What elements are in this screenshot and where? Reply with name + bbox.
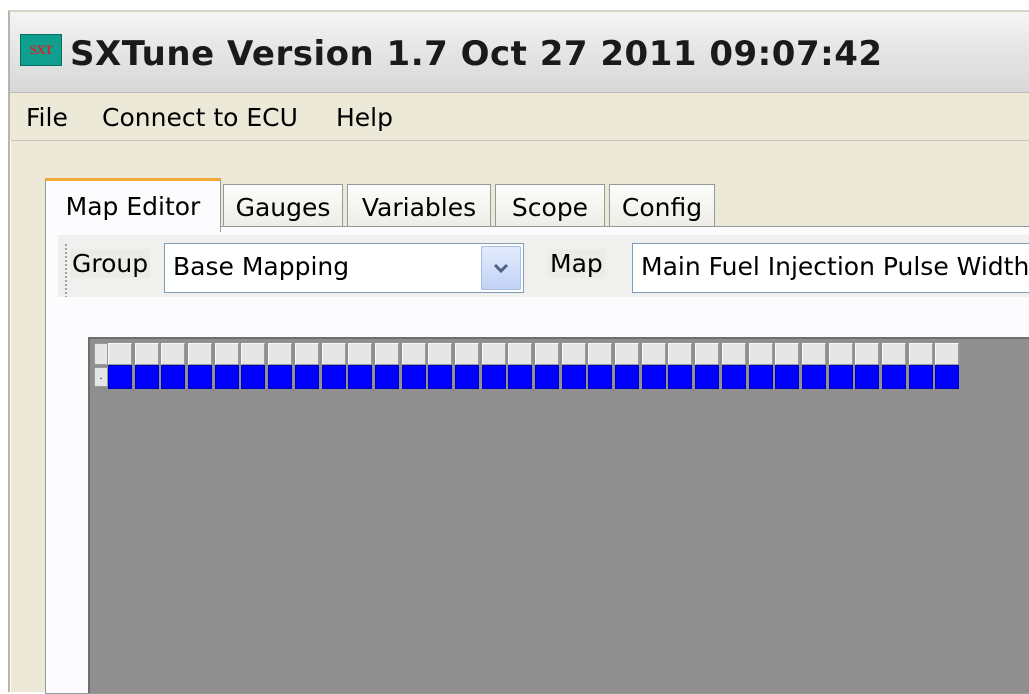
toolbar-grip-handle[interactable] xyxy=(64,243,68,297)
column-header[interactable] xyxy=(801,343,826,365)
group-select-value: Base Mapping xyxy=(173,252,350,281)
map-cell[interactable] xyxy=(801,365,826,389)
main-content: Map Editor Gauges Variables Scope Config… xyxy=(10,140,1029,694)
group-label: Group xyxy=(70,249,151,278)
tab-gauges[interactable]: Gauges xyxy=(223,184,343,230)
map-cell[interactable] xyxy=(214,365,239,389)
column-header[interactable] xyxy=(615,343,640,365)
column-header[interactable] xyxy=(374,343,399,365)
column-header[interactable] xyxy=(401,343,426,365)
column-header[interactable] xyxy=(134,343,159,365)
column-header[interactable] xyxy=(535,343,559,365)
column-header[interactable] xyxy=(108,343,132,365)
column-header[interactable] xyxy=(268,343,293,365)
app-logo-icon: SXT xyxy=(20,34,62,66)
column-header[interactable] xyxy=(935,343,960,365)
column-header[interactable] xyxy=(321,343,346,365)
map-cell[interactable] xyxy=(535,365,559,389)
map-cell[interactable] xyxy=(161,365,186,389)
map-cell[interactable] xyxy=(748,365,773,389)
menu-file[interactable]: File xyxy=(22,103,72,132)
title-bar[interactable]: SXT SXTune Version 1.7 Oct 27 2011 09:07… xyxy=(10,12,1029,93)
map-cell[interactable] xyxy=(855,365,880,389)
column-header[interactable] xyxy=(428,343,453,365)
tab-scope[interactable]: Scope xyxy=(495,184,605,230)
column-header[interactable] xyxy=(454,343,479,365)
map-select[interactable]: Main Fuel Injection Pulse Width xyxy=(632,243,1029,293)
column-header[interactable] xyxy=(241,343,266,365)
map-cell[interactable] xyxy=(321,365,346,389)
column-header[interactable] xyxy=(695,343,720,365)
column-header[interactable] xyxy=(508,343,533,365)
map-cell[interactable] xyxy=(268,365,293,389)
column-header[interactable] xyxy=(188,343,213,365)
column-header[interactable] xyxy=(348,343,373,365)
map-cell[interactable] xyxy=(615,365,640,389)
map-cell[interactable] xyxy=(134,365,159,389)
column-header[interactable] xyxy=(641,343,666,365)
menu-help[interactable]: Help xyxy=(332,103,397,132)
app-logo-text: SXT xyxy=(29,42,53,57)
map-cell[interactable] xyxy=(481,365,506,389)
map-cell[interactable] xyxy=(454,365,479,389)
map-cell[interactable] xyxy=(561,365,586,389)
group-select[interactable]: Base Mapping xyxy=(164,243,524,293)
map-cell[interactable] xyxy=(108,365,132,389)
grid-corner-header xyxy=(94,343,108,365)
data-row xyxy=(108,365,962,389)
column-header[interactable] xyxy=(828,343,853,365)
column-header[interactable] xyxy=(214,343,239,365)
map-cell[interactable] xyxy=(374,365,399,389)
column-header[interactable] xyxy=(588,343,613,365)
menu-bar: File Connect to ECU Help xyxy=(10,94,1029,141)
map-cell[interactable] xyxy=(588,365,613,389)
map-grid[interactable]: . xyxy=(88,337,1029,693)
column-header[interactable] xyxy=(561,343,586,365)
column-header[interactable] xyxy=(855,343,880,365)
column-header[interactable] xyxy=(161,343,186,365)
map-cell[interactable] xyxy=(721,365,746,389)
map-cell[interactable] xyxy=(935,365,960,389)
column-header[interactable] xyxy=(294,343,319,365)
map-cell[interactable] xyxy=(188,365,213,389)
column-header[interactable] xyxy=(721,343,746,365)
map-cell[interactable] xyxy=(241,365,266,389)
column-header[interactable] xyxy=(481,343,506,365)
chevron-down-icon xyxy=(493,263,509,274)
column-header[interactable] xyxy=(881,343,906,365)
map-toolbar: Group Base Mapping Map Main Fuel Injecti… xyxy=(58,235,1029,297)
map-cell[interactable] xyxy=(294,365,319,389)
map-label: Map xyxy=(548,249,605,278)
map-cell[interactable] xyxy=(668,365,693,389)
column-header[interactable] xyxy=(668,343,693,365)
map-cell[interactable] xyxy=(695,365,720,389)
column-header-row xyxy=(108,343,962,367)
map-select-value: Main Fuel Injection Pulse Width xyxy=(641,252,1029,281)
group-dropdown-button[interactable] xyxy=(481,246,521,290)
column-header[interactable] xyxy=(908,343,933,365)
column-header[interactable] xyxy=(775,343,800,365)
tab-variables[interactable]: Variables xyxy=(347,184,491,230)
column-header[interactable] xyxy=(748,343,773,365)
tab-map-editor[interactable]: Map Editor xyxy=(45,178,221,232)
map-cell[interactable] xyxy=(641,365,666,389)
map-cell[interactable] xyxy=(428,365,453,389)
map-cell[interactable] xyxy=(508,365,533,389)
tab-config[interactable]: Config xyxy=(609,184,715,230)
map-cell[interactable] xyxy=(828,365,853,389)
window-title: SXTune Version 1.7 Oct 27 2011 09:07:42 xyxy=(70,34,883,74)
map-cell[interactable] xyxy=(881,365,906,389)
map-editor-panel: Group Base Mapping Map Main Fuel Injecti… xyxy=(45,226,1029,694)
menu-connect-to-ecu[interactable]: Connect to ECU xyxy=(98,103,302,132)
map-cell[interactable] xyxy=(401,365,426,389)
map-cell[interactable] xyxy=(775,365,800,389)
row-header[interactable]: . xyxy=(94,367,108,387)
map-cell[interactable] xyxy=(908,365,933,389)
application-window: SXT SXTune Version 1.7 Oct 27 2011 09:07… xyxy=(8,10,1029,694)
map-cell[interactable] xyxy=(348,365,373,389)
